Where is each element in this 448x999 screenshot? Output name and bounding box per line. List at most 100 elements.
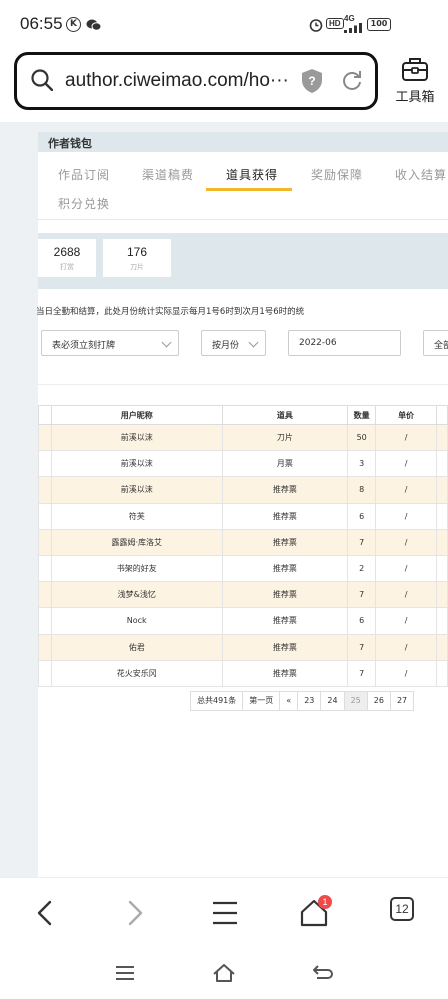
wallet-panel: 作者钱包 作品订阅 渠道稿费 道具获得 奖励保障 收入结算 积分兑换 2688 …	[36, 132, 448, 877]
month-input[interactable]: 2022-06	[288, 330, 401, 356]
page-link[interactable]: 26	[366, 691, 391, 711]
row-spacer	[435, 476, 448, 504]
cell-unit-price: /	[375, 659, 437, 687]
page-link[interactable]: 23	[297, 691, 322, 711]
cell-item: 推荐票	[221, 554, 349, 583]
row-spacer	[38, 581, 52, 609]
cell-nickname: 花火安乐冈	[50, 659, 223, 687]
header-quantity: 数量	[347, 405, 377, 425]
row-spacer	[435, 450, 448, 478]
cell-item: 推荐票	[221, 659, 349, 687]
row-spacer	[38, 528, 52, 556]
tab-points-exchange[interactable]: 积分兑换	[58, 195, 110, 212]
cell-quantity: 3	[347, 450, 377, 478]
status-time: 06:55	[20, 14, 63, 33]
cell-nickname: 浅梦&浅忆	[50, 581, 223, 609]
row-spacer	[38, 502, 52, 530]
stat-value: 176	[126, 245, 148, 259]
battery-icon: 100	[367, 18, 391, 31]
page-link[interactable]: 24	[320, 691, 345, 711]
row-spacer	[435, 659, 448, 687]
stat-value: 2688	[53, 245, 81, 259]
cell-quantity: 7	[347, 633, 377, 661]
cell-item: 推荐票	[221, 528, 349, 556]
stat-label: 刀片	[130, 263, 144, 271]
stat-label: 打赏	[60, 263, 74, 271]
url-text[interactable]: author.ciweimao.com/ho···	[65, 70, 289, 92]
stat-card-blades: 176 刀片	[103, 239, 171, 277]
toolbox-label: 工具箱	[395, 90, 435, 105]
cell-unit-price: /	[375, 502, 437, 530]
table-row: 浅梦&浅忆 推荐票 7/	[38, 581, 448, 609]
menu-icon[interactable]	[210, 898, 240, 928]
cell-nickname: 前溪以沫	[50, 476, 223, 504]
tab-rewards[interactable]: 奖励保障	[311, 166, 363, 183]
table-row: 露露姆·库洛艾 推荐票 7/	[38, 528, 448, 556]
cell-quantity: 8	[347, 476, 377, 504]
row-spacer	[435, 502, 448, 530]
tab-subscriptions[interactable]: 作品订阅	[58, 166, 110, 183]
period-select-value: 按月份	[212, 341, 240, 351]
row-spacer	[435, 633, 448, 661]
cell-unit-price: /	[375, 423, 437, 452]
table-row: Nock 推荐票 6/	[38, 607, 448, 635]
row-spacer	[435, 554, 448, 583]
recents-icon[interactable]	[115, 965, 135, 981]
page-link[interactable]: 27	[389, 691, 415, 711]
tab-channel-fees[interactable]: 渠道稿费	[142, 166, 194, 183]
table-header-spacer	[38, 405, 52, 425]
alarm-icon	[309, 19, 323, 32]
home-nav-icon[interactable]	[212, 963, 236, 983]
header-item: 道具	[221, 405, 349, 425]
stat-card-tips: 2688 打赏	[38, 239, 96, 277]
tab-items-received[interactable]: 道具获得	[226, 166, 278, 183]
cell-quantity: 7	[347, 581, 377, 609]
pagination-first[interactable]: 第一页	[242, 691, 281, 711]
table-row: 佑君 推荐票 7/	[38, 633, 448, 661]
table-row: 前溪以沫 推荐票 8/	[38, 476, 448, 504]
cell-unit-price: /	[375, 581, 437, 609]
pagination-prev[interactable]: «	[279, 691, 299, 711]
reload-icon[interactable]	[341, 69, 363, 91]
system-nav-bar	[0, 947, 448, 999]
tabs-count-button[interactable]: 12	[390, 897, 414, 921]
stats-area: 2688 打赏 176 刀片	[38, 233, 448, 289]
chevron-down-icon	[161, 337, 172, 348]
search-icon	[31, 69, 53, 91]
table-row: 前溪以沫 月票 3/	[38, 450, 448, 478]
cell-nickname: 前溪以沫	[50, 423, 223, 452]
row-spacer	[38, 476, 52, 504]
k-app-icon: K	[66, 17, 81, 32]
active-tab-indicator	[206, 188, 292, 191]
table-row: 符芙 推荐票 6/	[38, 502, 448, 530]
cell-nickname: 佑君	[50, 633, 223, 661]
address-bar[interactable]: author.ciweimao.com/ho··· ?	[14, 52, 378, 110]
notice-text: 当日全勤和结算，此处月份统计实际显示每月1号6时到次月1号6时的统	[36, 307, 305, 317]
row-spacer	[435, 607, 448, 635]
toolbox-button[interactable]: 工具箱	[390, 56, 440, 108]
forward-icon[interactable]	[120, 898, 150, 928]
all-select[interactable]: 全部	[423, 330, 448, 356]
divider	[38, 384, 448, 385]
tab-income-settlement[interactable]: 收入结算	[395, 166, 447, 183]
cell-quantity: 50	[347, 423, 377, 452]
row-spacer	[435, 528, 448, 556]
page-link-current[interactable]: 25	[343, 691, 368, 711]
shield-icon[interactable]: ?	[301, 68, 323, 94]
cell-unit-price: /	[375, 633, 437, 661]
cell-unit-price: /	[375, 607, 437, 635]
table-header-spacer	[435, 405, 448, 425]
back-nav-icon[interactable]	[312, 964, 334, 982]
cell-item: 推荐票	[221, 607, 349, 635]
month-input-value: 2022-06	[299, 338, 337, 348]
cell-unit-price: /	[375, 450, 437, 478]
all-select-value: 全部	[434, 341, 448, 351]
row-spacer	[38, 607, 52, 635]
cell-unit-price: /	[375, 528, 437, 556]
book-select[interactable]: 表必须立刻打牌	[41, 330, 179, 356]
cell-quantity: 6	[347, 502, 377, 530]
back-icon[interactable]	[30, 898, 60, 928]
period-select[interactable]: 按月份	[201, 330, 266, 356]
items-table: 用户昵称 道具 数量 单价 前溪以沫 刀片 50/前溪以沫 月票 3/前溪以沫 推荐票 8/…	[38, 405, 448, 687]
cell-item: 刀片	[221, 423, 349, 452]
